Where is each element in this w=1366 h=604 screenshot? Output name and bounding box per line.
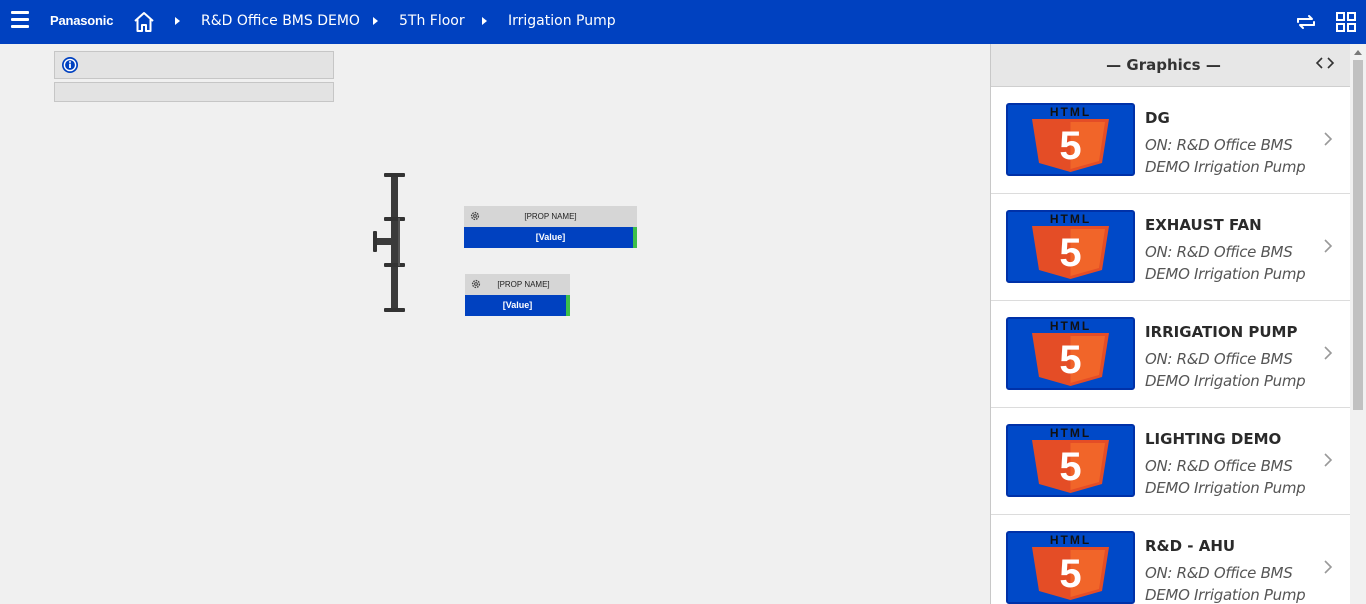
chevron-right-icon[interactable] <box>1323 239 1333 253</box>
swap-arrows-icon[interactable] <box>1294 10 1318 34</box>
brand-logo: Panasonic <box>50 13 114 28</box>
graphics-item-subtitle: ON: R&D Office BMS DEMO Irrigation Pump <box>1145 564 1306 604</box>
graphics-item-title: DG <box>1145 109 1170 127</box>
breadcrumb-item-floor[interactable]: 5Th Floor <box>399 13 465 29</box>
graphics-panel-title: — Graphics — <box>1106 56 1221 74</box>
graphics-list-item[interactable]: HTML 5 DG ON: R&D Office BMS DEMO Irriga… <box>991 87 1350 194</box>
graphics-item-subtitle: ON: R&D Office BMS DEMO Irrigation Pump <box>1145 350 1306 390</box>
graphics-item-subtitle: ON: R&D Office BMS DEMO Irrigation Pump <box>1145 457 1306 497</box>
thumbnail-digit: 5 <box>1059 338 1081 382</box>
info-widget-body <box>54 82 334 102</box>
hamburger-menu-icon[interactable] <box>10 10 30 30</box>
chevron-right-icon[interactable] <box>1323 132 1333 146</box>
panel-scrollbar[interactable] <box>1350 44 1366 604</box>
thumbnail-digit: 5 <box>1059 124 1081 168</box>
graphics-item-title: R&D - AHU <box>1145 537 1236 555</box>
scrollbar-thumb[interactable] <box>1353 60 1363 410</box>
top-navigation-bar: Panasonic R&D Office BMS DEMO 5Th Floor … <box>0 0 1366 44</box>
info-widget-header <box>54 51 334 79</box>
thumbnail-text: HTML <box>1050 533 1091 547</box>
breadcrumb-separator-icon <box>482 17 487 25</box>
property-name: [PROP NAME] <box>524 212 577 221</box>
graphics-list-item[interactable]: HTML 5 IRRIGATION PUMP ON: R&D Office BM… <box>991 301 1350 408</box>
graphics-item-title: IRRIGATION PUMP <box>1145 323 1298 341</box>
property-card-2[interactable]: [PROP NAME] [Value] <box>465 274 570 316</box>
grid-view-icon[interactable] <box>1334 10 1358 34</box>
chevron-right-icon[interactable] <box>1323 560 1333 574</box>
thumbnail-digit: 5 <box>1059 552 1081 596</box>
html5-thumbnail-icon: HTML 5 <box>1006 103 1135 176</box>
property-value-text: [Value] <box>502 300 533 310</box>
property-card-header: [PROP NAME] <box>464 206 637 227</box>
status-indicator <box>633 227 637 248</box>
info-widget <box>54 51 334 102</box>
graphics-panel-header: — Graphics — <box>991 44 1350 87</box>
thumbnail-text: HTML <box>1050 426 1091 440</box>
chevron-right-icon[interactable] <box>1323 346 1333 360</box>
info-icon[interactable] <box>61 56 79 74</box>
property-value-text: [Value] <box>535 232 566 242</box>
scroll-up-icon[interactable] <box>1354 50 1362 55</box>
breadcrumb-separator-icon <box>373 17 378 25</box>
thumbnail-digit: 5 <box>1059 231 1081 275</box>
graphics-item-title: EXHAUST FAN <box>1145 216 1262 234</box>
graphics-list-item[interactable]: HTML 5 LIGHTING DEMO ON: R&D Office BMS … <box>991 408 1350 515</box>
home-icon[interactable] <box>132 10 156 34</box>
breadcrumb-item-current[interactable]: Irrigation Pump <box>508 13 616 29</box>
thumbnail-text: HTML <box>1050 319 1091 333</box>
chevron-right-icon[interactable] <box>1323 453 1333 467</box>
property-value: [Value] <box>465 295 570 316</box>
property-card-1[interactable]: [PROP NAME] [Value] <box>464 206 637 248</box>
property-name: [PROP NAME] <box>497 280 550 289</box>
graphics-item-subtitle: ON: R&D Office BMS DEMO Irrigation Pump <box>1145 136 1306 176</box>
html5-thumbnail-icon: HTML 5 <box>1006 531 1135 604</box>
status-indicator <box>566 295 570 316</box>
property-card-header: [PROP NAME] <box>465 274 570 295</box>
html5-thumbnail-icon: HTML 5 <box>1006 424 1135 497</box>
code-toggle-icon[interactable] <box>1315 55 1335 71</box>
pipe-valve-graphic <box>373 173 405 312</box>
graphics-list-item[interactable]: HTML 5 EXHAUST FAN ON: R&D Office BMS DE… <box>991 194 1350 301</box>
html5-thumbnail-icon: HTML 5 <box>1006 317 1135 390</box>
graphics-panel: — Graphics — HTML 5 DG ON: R&D Office BM… <box>990 44 1366 604</box>
breadcrumb-item-office[interactable]: R&D Office BMS DEMO <box>201 13 360 29</box>
thumbnail-digit: 5 <box>1059 445 1081 489</box>
gear-icon[interactable] <box>469 210 481 222</box>
graphics-item-subtitle: ON: R&D Office BMS DEMO Irrigation Pump <box>1145 243 1306 283</box>
html5-thumbnail-icon: HTML 5 <box>1006 210 1135 283</box>
breadcrumb-separator-icon <box>175 17 180 25</box>
gear-icon[interactable] <box>470 278 482 290</box>
thumbnail-text: HTML <box>1050 212 1091 226</box>
graphics-list-item[interactable]: HTML 5 R&D - AHU ON: R&D Office BMS DEMO… <box>991 515 1350 604</box>
property-value: [Value] <box>464 227 637 248</box>
thumbnail-text: HTML <box>1050 105 1091 119</box>
graphics-item-title: LIGHTING DEMO <box>1145 430 1282 448</box>
graphics-list: HTML 5 DG ON: R&D Office BMS DEMO Irriga… <box>991 87 1350 604</box>
